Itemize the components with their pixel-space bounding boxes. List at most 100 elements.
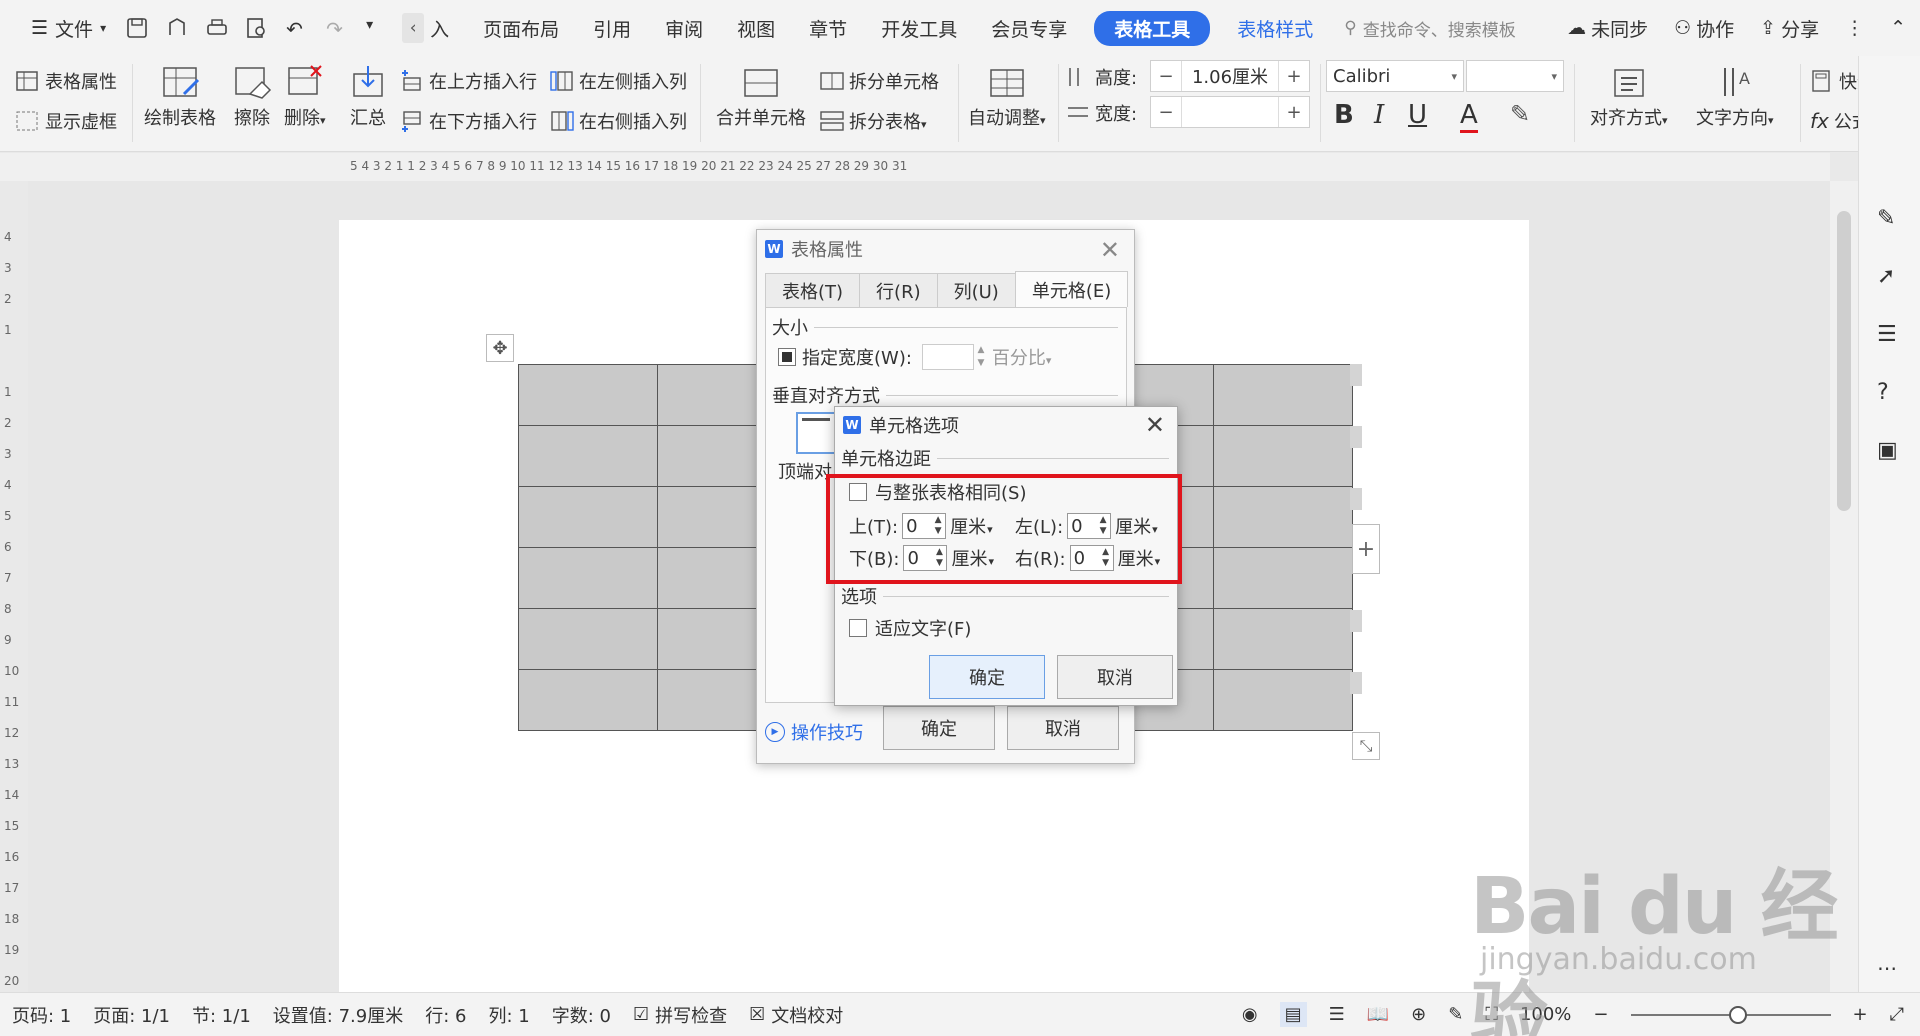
decrease-icon[interactable]: −	[1151, 102, 1181, 123]
read-view-icon[interactable]: 📖	[1367, 1004, 1389, 1025]
save-icon[interactable]	[126, 17, 148, 39]
menu-insert[interactable]: 入	[428, 15, 466, 42]
col-indicator[interactable]: 列: 1	[488, 1002, 529, 1028]
insert-above-button[interactable]: 在上方插入行	[400, 68, 537, 94]
share-button[interactable]: ⇪ 分享	[1760, 15, 1819, 42]
settings-sliders-icon[interactable]: ☰	[1877, 322, 1903, 348]
table-props-button[interactable]: 表格属性	[16, 68, 117, 94]
width-unit-select[interactable]: 百分比▾	[992, 344, 1052, 370]
row-marker[interactable]	[1350, 364, 1362, 386]
menu-member[interactable]: 会员专享	[974, 15, 1084, 42]
tab-table-tools[interactable]: 表格工具	[1094, 10, 1211, 46]
section-indicator[interactable]: 节: 1/1	[192, 1002, 251, 1028]
italic-icon[interactable]: I	[1374, 100, 1384, 130]
table-cell[interactable]	[1213, 486, 1353, 548]
print-icon[interactable]	[206, 17, 228, 39]
bold-icon[interactable]: B	[1334, 100, 1354, 130]
close-icon[interactable]: ✕	[1100, 236, 1120, 264]
more-icon[interactable]: ⋮	[1845, 17, 1864, 39]
row-marker[interactable]	[1350, 426, 1362, 448]
setting-value[interactable]: 设置值: 7.9厘米	[273, 1002, 403, 1028]
export-icon[interactable]	[166, 17, 188, 39]
table-cell[interactable]	[1213, 547, 1353, 609]
dialog-title-bar[interactable]: W 单元格选项	[835, 407, 1177, 443]
delete-button[interactable]: 删除▾	[284, 64, 326, 130]
vertical-ruler[interactable]: 4321 12345 6 7 8 9 10 11 12 13 14 15 16 17 18 19 20	[4, 230, 24, 990]
cursor-icon[interactable]: ➚	[1877, 264, 1903, 290]
table-cell[interactable]	[518, 608, 658, 670]
align-button[interactable]: 对齐方式▾	[1590, 64, 1668, 130]
split-table-button[interactable]: 拆分表格▾	[820, 108, 927, 134]
close-icon[interactable]: ✕	[1145, 411, 1165, 439]
tab-row[interactable]: 行(R)	[859, 273, 938, 307]
menu-chapter[interactable]: 章节	[792, 15, 864, 42]
text-direction-button[interactable]: A 文字方向▾	[1696, 64, 1774, 130]
tab-column[interactable]: 列(U)	[936, 273, 1016, 307]
scrollbar-thumb[interactable]	[1837, 211, 1851, 511]
web-view-icon[interactable]: ⊕	[1411, 1004, 1426, 1025]
ok-button[interactable]: 确定	[883, 706, 995, 750]
table-resize-icon[interactable]: ⤡	[1352, 732, 1380, 760]
underline-icon[interactable]: U	[1408, 100, 1427, 130]
command-search[interactable]: ⚲ 查找命令、搜索模板	[1344, 16, 1515, 41]
tips-link[interactable]: ▶ 操作技巧	[765, 719, 863, 745]
font-name-select[interactable]: Calibri ▾	[1326, 60, 1464, 92]
table-cell[interactable]	[518, 669, 658, 731]
table-cell[interactable]	[1213, 669, 1353, 731]
redo-icon[interactable]: ↷	[326, 17, 348, 41]
increase-icon[interactable]: +	[1279, 66, 1309, 87]
split-cells-button[interactable]: 拆分单元格	[820, 68, 939, 94]
outline-view-icon[interactable]: ☰	[1329, 1004, 1345, 1025]
menu-review[interactable]: 审阅	[648, 15, 720, 42]
table-cell[interactable]	[1213, 608, 1353, 670]
ok-button[interactable]: 确定	[929, 655, 1045, 699]
table-cell[interactable]	[1213, 425, 1353, 487]
height-value[interactable]: 1.06厘米	[1181, 61, 1279, 91]
chevron-left-icon[interactable]: ‹	[402, 13, 425, 43]
width-stepper[interactable]: − +	[1150, 96, 1310, 128]
insert-left-button[interactable]: 在左侧插入列	[550, 68, 687, 94]
preview-icon[interactable]	[246, 17, 268, 39]
tab-table[interactable]: 表格(T)	[765, 273, 861, 307]
specify-width-checkbox[interactable]	[778, 348, 796, 366]
decrease-icon[interactable]: −	[1151, 66, 1181, 87]
page-view-icon[interactable]: ▤	[1279, 1002, 1307, 1027]
edit-icon[interactable]: ✎	[1877, 206, 1903, 232]
page-count[interactable]: 页面: 1/1	[93, 1002, 170, 1028]
auto-fit-button[interactable]: 自动调整▾	[968, 64, 1046, 130]
show-grid-button[interactable]: 显示虚框	[16, 108, 117, 134]
draw-table-button[interactable]: 绘制表格	[144, 64, 216, 130]
cancel-button[interactable]: 取消	[1007, 706, 1119, 750]
height-stepper[interactable]: − 1.06厘米 +	[1150, 60, 1310, 92]
table-cell[interactable]	[518, 547, 658, 609]
font-size-select[interactable]: ▾	[1466, 60, 1564, 92]
table-cell[interactable]	[518, 486, 658, 548]
eye-icon[interactable]: ◉	[1242, 1004, 1258, 1025]
word-count[interactable]: 字数: 0	[552, 1002, 611, 1028]
collab-button[interactable]: ⚇ 协作	[1674, 15, 1734, 42]
increase-icon[interactable]: +	[1279, 102, 1309, 123]
table-move-handle-icon[interactable]: ✥	[486, 334, 514, 362]
width-value[interactable]	[1181, 97, 1279, 127]
horizontal-ruler[interactable]: 5 4 3 2 1 1 2 3 4 5 6 7 8 9 10 11 12 13 …	[0, 153, 1830, 181]
pen-icon[interactable]: ✎	[1448, 1004, 1463, 1025]
dialog-title-bar[interactable]: W 表格属性	[757, 230, 1134, 268]
row-marker[interactable]	[1350, 488, 1362, 510]
box-icon[interactable]: ▣	[1877, 438, 1903, 464]
customize-icon[interactable]: ▾	[366, 17, 388, 39]
page-number[interactable]: 页码: 1	[12, 1002, 71, 1028]
cancel-button[interactable]: 取消	[1057, 655, 1173, 699]
table-cell[interactable]	[518, 425, 658, 487]
insert-right-button[interactable]: 在右侧插入列	[550, 108, 687, 134]
width-spinner-icon[interactable]: ▲ ▼	[974, 344, 988, 370]
summary-button[interactable]: 汇总	[348, 64, 388, 130]
table-cell[interactable]	[1213, 364, 1353, 426]
file-menu[interactable]: ☰ 文件 ▾	[14, 15, 126, 42]
row-indicator[interactable]: 行: 6	[425, 1002, 466, 1028]
valign-top-option[interactable]	[796, 412, 836, 454]
menu-references[interactable]: 引用	[576, 15, 648, 42]
erase-button[interactable]: 擦除	[232, 64, 272, 130]
menu-developer[interactable]: 开发工具	[864, 15, 974, 42]
row-marker[interactable]	[1350, 610, 1362, 632]
tab-cell[interactable]: 单元格(E)	[1014, 271, 1129, 307]
